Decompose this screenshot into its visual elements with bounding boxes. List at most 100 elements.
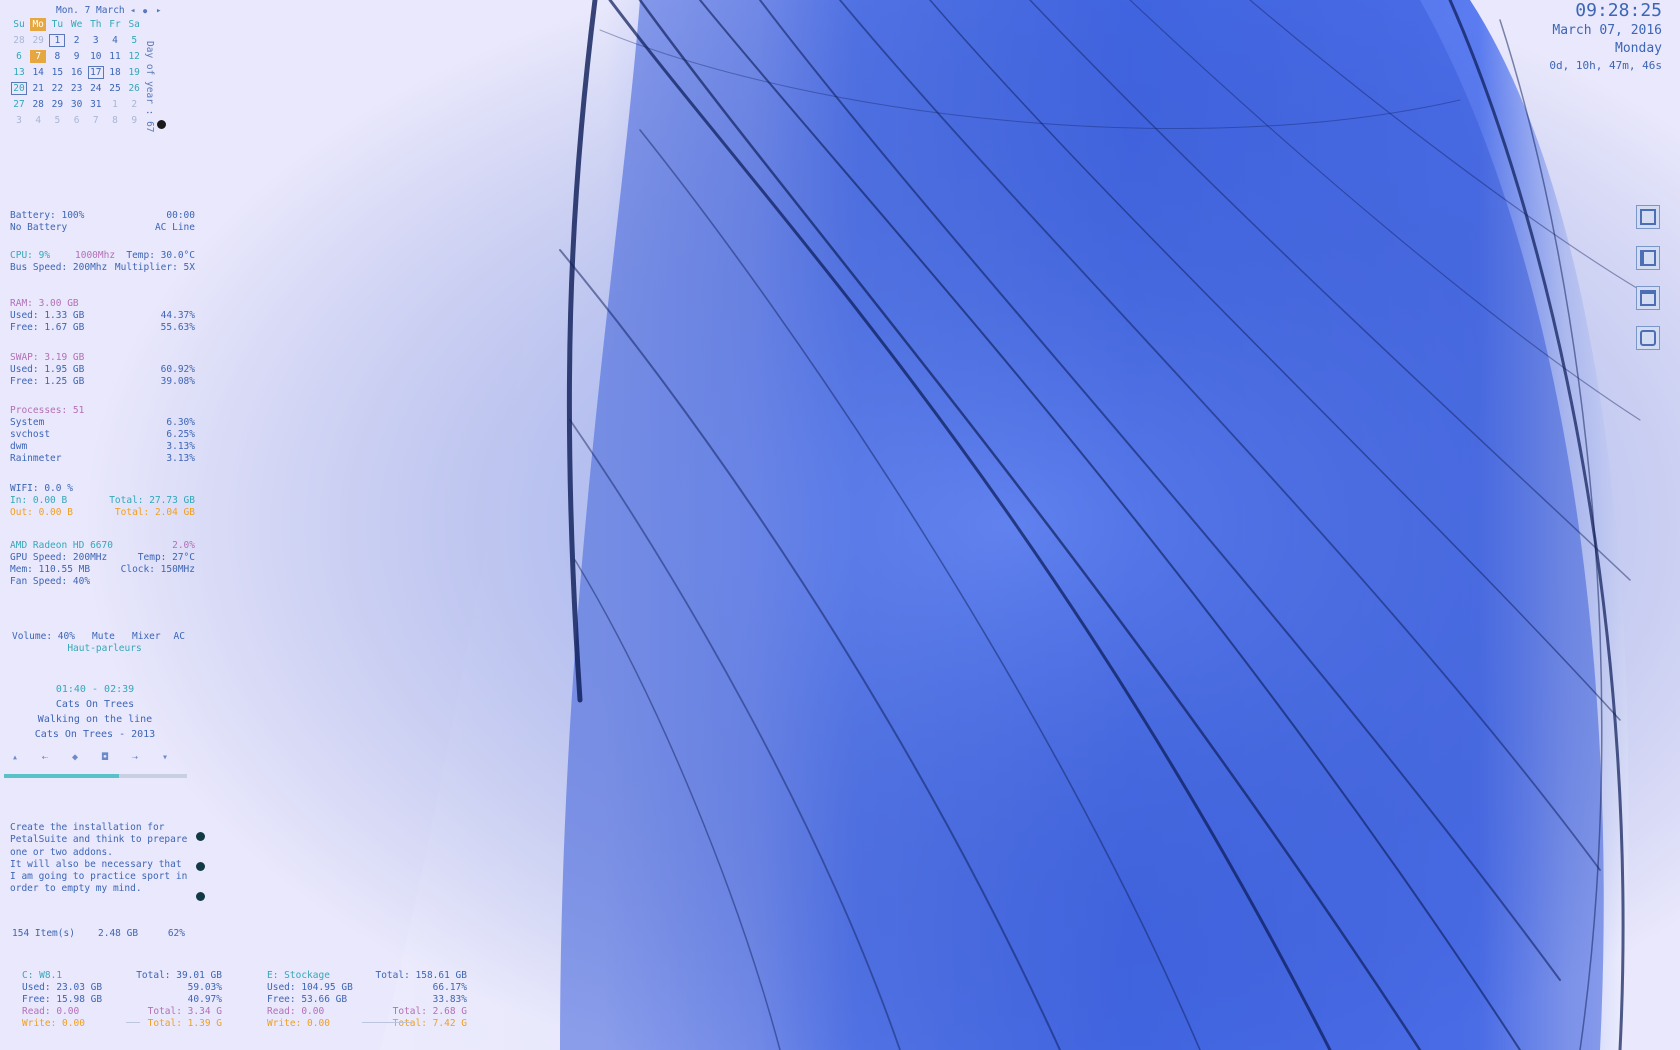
calendar-day[interactable]: 22 xyxy=(49,82,65,95)
gpu-memory: Mem: 110.55 MB xyxy=(10,564,91,575)
net-out-total: Total: 2.04 GB xyxy=(114,507,195,518)
media-controls: ▴ ⇠ ◆ ◘ ⇢ ▾ xyxy=(12,752,182,766)
calendar-day[interactable]: 7 xyxy=(30,50,47,63)
calendar-day[interactable]: 9 xyxy=(69,50,85,63)
media-progress-bar[interactable] xyxy=(4,774,187,778)
calendar-day-header: Sa xyxy=(128,19,140,30)
gpu-speed: GPU Speed: 200MHz xyxy=(10,552,108,563)
note-item[interactable]: It will also be necessary that I am goin… xyxy=(10,859,190,896)
mute-button[interactable]: Mute xyxy=(92,631,115,643)
calendar-day[interactable]: 16 xyxy=(69,66,85,79)
calendar-day[interactable]: 14 xyxy=(30,66,46,79)
calendar-day[interactable]: 12 xyxy=(126,50,142,63)
launcher-button-4[interactable] xyxy=(1636,326,1660,350)
next-icon[interactable]: ⇢ xyxy=(132,752,138,764)
window-icon xyxy=(1640,209,1656,225)
calendar-day[interactable]: 13 xyxy=(11,66,27,79)
calendar-today-icon[interactable]: ● xyxy=(143,5,147,17)
launcher-button-3[interactable] xyxy=(1636,286,1660,310)
process-name: svchost xyxy=(10,429,51,440)
processes-title: Processes: 51 xyxy=(10,405,85,416)
media-artist: Cats On Trees xyxy=(55,699,135,710)
process-pct: 3.13% xyxy=(166,453,195,464)
calendar-day[interactable]: 19 xyxy=(126,66,142,79)
play-icon[interactable]: ◆ xyxy=(72,752,78,764)
clock-time: 09:28:25 xyxy=(1575,0,1662,21)
calendar-day[interactable]: 5 xyxy=(49,114,65,127)
media-elapsed: 01:40 xyxy=(55,684,86,695)
clock-day: Monday xyxy=(1615,41,1662,56)
calendar-day[interactable]: 20 xyxy=(11,82,27,95)
notes-add-icon[interactable] xyxy=(196,832,205,841)
battery-label: Battery: 100% xyxy=(10,210,85,221)
calendar-day[interactable]: 6 xyxy=(69,114,85,127)
previous-icon[interactable]: ⇠ xyxy=(42,752,48,764)
volume-level[interactable]: Volume: 40% xyxy=(12,631,75,642)
calendar-day[interactable]: 8 xyxy=(107,114,123,127)
moon-phase-icon xyxy=(157,120,166,129)
calendar-day[interactable]: 25 xyxy=(107,82,123,95)
launcher-button-2[interactable] xyxy=(1636,246,1660,270)
drive-free-pct: 40.97% xyxy=(187,994,222,1005)
ram-used-pct: 44.37% xyxy=(160,310,195,321)
drive-free: Free: 53.66 GB xyxy=(267,994,348,1005)
calendar-day[interactable]: 4 xyxy=(30,114,46,127)
notes-edit-icon[interactable] xyxy=(196,862,205,871)
process-pct: 6.30% xyxy=(166,417,195,428)
calendar-day[interactable]: 27 xyxy=(11,98,27,111)
calendar-day[interactable]: 4 xyxy=(107,34,123,47)
ac-button[interactable]: AC xyxy=(174,631,185,643)
cpu-widget: CPU: 9% 1000Mhz Temp: 30.0°C Bus Speed: 20… xyxy=(10,250,195,274)
stop-icon[interactable]: ◘ xyxy=(102,752,108,764)
calendar-day[interactable]: 21 xyxy=(30,82,46,95)
calendar-day[interactable]: 11 xyxy=(107,50,123,63)
process-name: System xyxy=(10,417,45,428)
calendar-day[interactable]: 18 xyxy=(107,66,123,79)
net-in-total: Total: 27.73 GB xyxy=(109,495,195,506)
calendar-day[interactable]: 29 xyxy=(30,34,46,47)
notes-delete-icon[interactable] xyxy=(196,892,205,901)
calendar-day[interactable]: 9 xyxy=(126,114,142,127)
process-name: dwm xyxy=(10,441,28,452)
process-row: dwm 3.13% xyxy=(10,441,195,453)
calendar-day[interactable]: 7 xyxy=(88,114,104,127)
wifi-signal: WIFI: 0.0 % xyxy=(10,483,73,494)
calendar-day[interactable]: 29 xyxy=(49,98,65,111)
calendar-day[interactable]: 30 xyxy=(69,98,85,111)
drive-read-total: Total: 3.34 G xyxy=(147,1006,222,1017)
drive-total: Total: 39.01 GB xyxy=(136,970,222,981)
calendar-day[interactable]: 2 xyxy=(126,98,142,111)
calendar-day[interactable]: 3 xyxy=(88,34,104,47)
calendar-next-icon[interactable]: ▸ xyxy=(156,5,161,17)
volume-widget: Volume: 40% Mute Mixer AC Haut-parleurs xyxy=(12,631,197,655)
repeat-icon[interactable]: ▾ xyxy=(162,752,168,764)
calendar-day[interactable]: 28 xyxy=(11,34,27,47)
calendar-day[interactable]: 31 xyxy=(88,98,104,111)
shuffle-icon[interactable]: ▴ xyxy=(12,752,18,764)
calendar-day[interactable]: 8 xyxy=(49,50,65,63)
launcher-button-1[interactable] xyxy=(1636,205,1660,229)
mixer-button[interactable]: Mixer xyxy=(132,631,161,643)
calendar-day[interactable]: 6 xyxy=(11,50,27,63)
calendar-day[interactable]: 3 xyxy=(11,114,27,127)
calendar-day[interactable]: 28 xyxy=(30,98,46,111)
calendar-day[interactable]: 24 xyxy=(88,82,104,95)
network-widget: WIFI: 0.0 % In: 0.00 B Total: 27.73 GB Ou… xyxy=(10,483,195,519)
calendar-day[interactable]: 15 xyxy=(49,66,65,79)
ram-used: Used: 1.33 GB xyxy=(10,310,85,321)
calendar-day[interactable]: 10 xyxy=(88,50,104,63)
calendar-day[interactable]: 17 xyxy=(87,66,104,79)
calendar-day[interactable]: 1 xyxy=(107,98,123,111)
calendar-day[interactable]: 5 xyxy=(126,34,142,47)
drive-used: Used: 104.95 GB xyxy=(267,982,353,993)
calendar-day[interactable]: 26 xyxy=(126,82,142,95)
swap-used: Used: 1.95 GB xyxy=(10,364,85,375)
calendar-day[interactable]: 1 xyxy=(49,34,66,47)
recycle-bin-widget[interactable]: 154 Item(s) 2.48 GB 62% xyxy=(12,928,197,940)
swap-free: Free: 1.25 GB xyxy=(10,376,85,387)
calendar-prev-icon[interactable]: ◂ xyxy=(130,5,135,17)
gpu-fan: Fan Speed: 40% xyxy=(10,576,91,587)
calendar-day[interactable]: 23 xyxy=(69,82,85,95)
note-item[interactable]: Create the installation for PetalSuite a… xyxy=(10,822,190,859)
calendar-day[interactable]: 2 xyxy=(69,34,85,47)
